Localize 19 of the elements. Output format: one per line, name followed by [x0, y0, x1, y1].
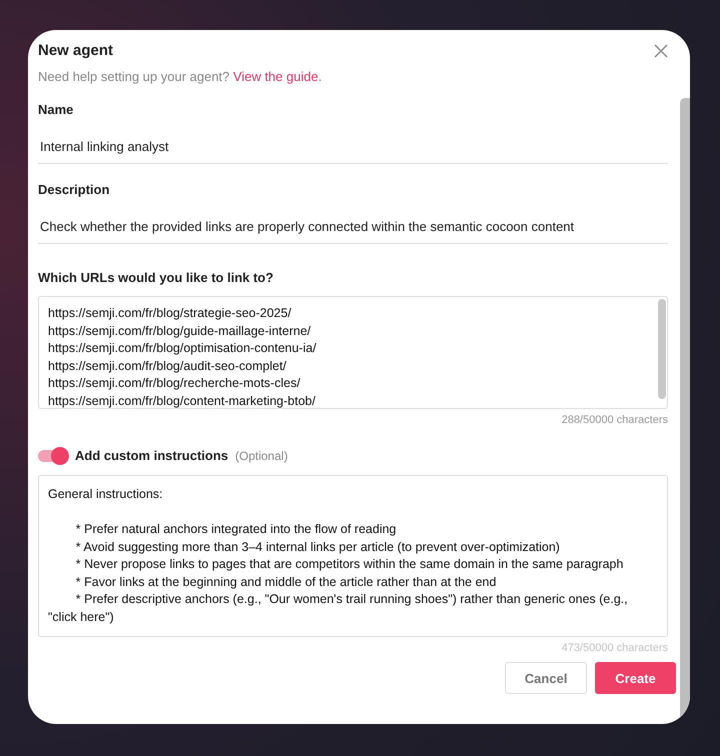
instructions-field[interactable]: General instructions: * Prefer natural anchors integrated into the flow of reading * Avoid suggesting more than 3–4 internal links per article (to prevent over-optimization) * Never propose links to pages that are competitors within the same domain in the same paragraph * Favor links at the beginning and middle of the article rather than at the end * Prefer descriptive anchors (e.g., "Our women's trail running shoes") rather than generic ones (e.g., "click here"): [38, 475, 668, 637]
character-counter: 288/50000 characters: [562, 414, 668, 426]
scrollbar[interactable]: [658, 299, 666, 399]
create-button[interactable]: Create: [595, 662, 676, 694]
close-icon[interactable]: [654, 44, 668, 58]
urls-field[interactable]: https://semji.com/fr/blog/strategie-seo-2025/ https://semji.com/fr/blog/guide-maillage-interne/ https://semji.com/fr/blog/optimisation-contenu-ia/ https://semji.com/fr/blog/audit-seo-complet/ https://semji.com/fr/blog/recherche-mots-cles/ https://semji.com/fr/blog/content-marketing-btob/: [38, 296, 668, 409]
optional-hint: (Optional): [235, 448, 288, 462]
input-field[interactable]: Internal linking analyst: [38, 117, 668, 164]
dialog-title: New agent: [38, 42, 114, 59]
toggle-switch[interactable]: [38, 450, 68, 462]
toggle-label: Add custom instructions: [75, 448, 228, 463]
character-counter: 473/50000 characters: [562, 642, 668, 654]
field-label: Which URLs would you like to link to?: [38, 270, 274, 285]
field-label: Description: [38, 182, 111, 197]
cancel-button[interactable]: Cancel: [505, 662, 587, 694]
guide-link[interactable]: View the guide: [233, 69, 318, 84]
help-text: Need help setting up your agent? View the guide.: [38, 69, 323, 84]
input-field[interactable]: Check whether the provided links are properly connected within the semantic cocoon content: [38, 197, 668, 244]
field-label: Name: [38, 102, 74, 117]
